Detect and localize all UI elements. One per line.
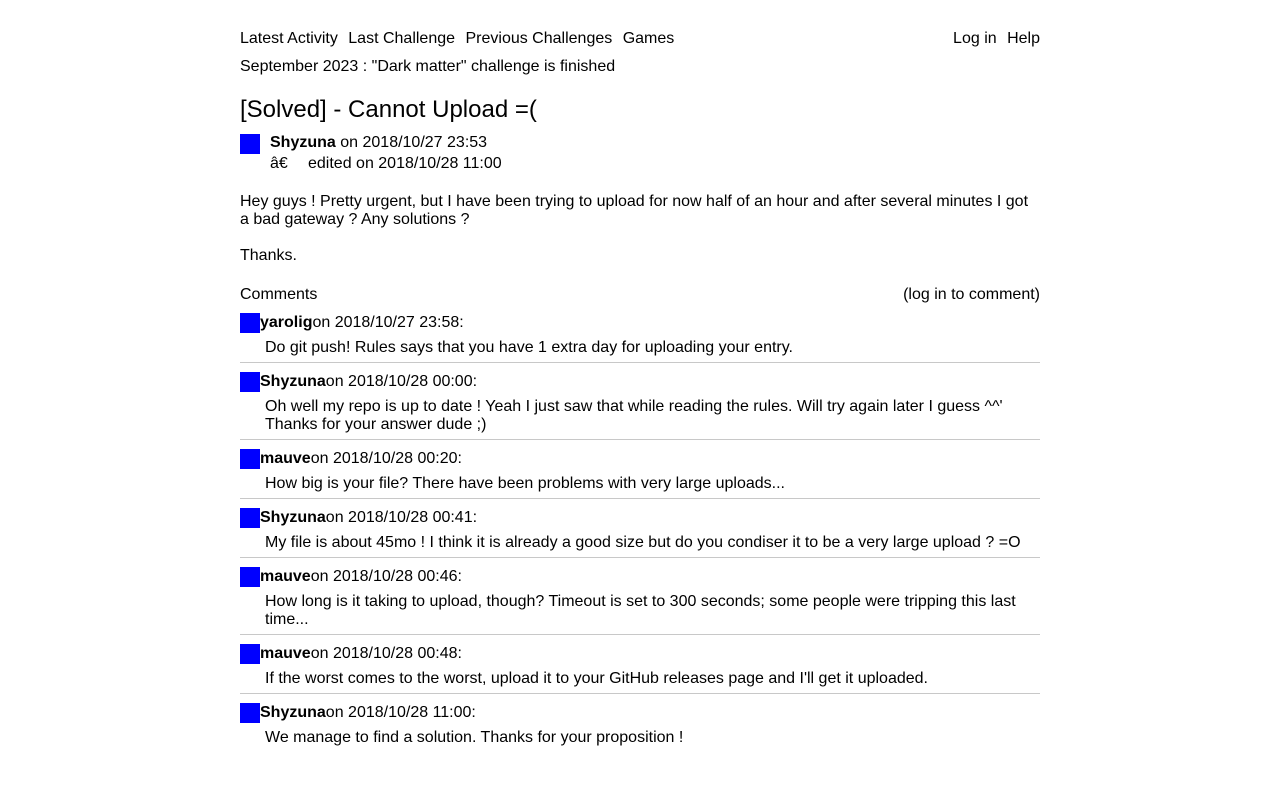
comment-date: on 2018/10/28 00:46: <box>310 568 462 585</box>
comment-date: on 2018/10/28 00:41: <box>325 509 478 526</box>
top-nav: Latest Activity Last Challenge Previous … <box>240 29 1040 49</box>
avatar[interactable] <box>240 508 260 528</box>
comment: yarolig on 2018/10/27 23:58: Do git push!… <box>240 313 1040 363</box>
avatar[interactable] <box>240 134 260 154</box>
comment-date: on 2018/10/28 00:48: <box>310 645 462 662</box>
comment-text: My file is about 45mo ! I think it is al… <box>265 534 1021 551</box>
nav-latest-activity[interactable]: Latest Activity <box>240 30 338 47</box>
nav-games[interactable]: Games <box>623 30 675 47</box>
nav-right: Log in Help <box>947 29 1040 49</box>
comment-head: mauve on 2018/10/28 00:46: <box>240 567 1040 587</box>
comment: Shyzuna on 2018/10/28 11:00: We manage to… <box>240 703 1040 752</box>
comment-list: yarolig on 2018/10/27 23:58: Do git push!… <box>240 313 1040 761</box>
comment-author[interactable]: mauve <box>260 449 311 469</box>
comment-text: How big is your file? There have been pr… <box>265 475 785 492</box>
news-banner[interactable]: September 2023 : "Dark matter" challenge… <box>240 57 615 77</box>
comment-head: Shyzuna on 2018/10/28 11:00: <box>240 703 1040 723</box>
edited-glyph: â€ <box>270 155 288 172</box>
comment-text: We manage to find a solution. Thanks for… <box>265 729 684 746</box>
comment-author[interactable]: Shyzuna <box>260 372 326 392</box>
comment-text: If the worst comes to the worst, upload … <box>265 670 928 687</box>
comment-author[interactable]: yarolig <box>260 313 312 333</box>
comment: Shyzuna on 2018/10/28 00:41: My file is a… <box>240 508 1040 558</box>
post-date: on 2018/10/27 23:53 <box>340 134 488 151</box>
post-author[interactable]: Shyzuna <box>270 134 336 151</box>
nav-last-challenge[interactable]: Last Challenge <box>348 30 455 47</box>
nav-left: Latest Activity Last Challenge Previous … <box>240 29 680 49</box>
comment-date: on 2018/10/28 00:20: <box>310 450 462 467</box>
post-author-box: Shyzuna on 2018/10/27 23:53 â€ edited on … <box>240 133 1040 177</box>
comment-head: mauve on 2018/10/28 00:48: <box>240 644 1040 664</box>
avatar[interactable] <box>240 703 260 723</box>
comment: Shyzuna on 2018/10/28 00:00: Oh well my r… <box>240 372 1040 440</box>
post-paragraph: Hey guys ! Pretty urgent, but I have bee… <box>240 193 1029 228</box>
comment-date: on 2018/10/28 00:00: <box>325 373 478 390</box>
post-meta: Shyzuna on 2018/10/27 23:53 <box>270 133 487 153</box>
login-to-comment-link[interactable]: (log in to comment) <box>903 286 1040 303</box>
comment: mauve on 2018/10/28 00:46: How long is it… <box>240 567 1040 635</box>
comment-date: on 2018/10/28 11:00: <box>325 704 476 721</box>
comment-text: Oh well my repo is up to date ! Yeah I j… <box>265 398 1003 433</box>
comment: mauve on 2018/10/28 00:48: If the worst c… <box>240 644 1040 694</box>
comment-head: Shyzuna on 2018/10/28 00:00: <box>240 372 1040 392</box>
nav-previous-challenges[interactable]: Previous Challenges <box>465 30 612 47</box>
comment-author[interactable]: Shyzuna <box>260 703 326 723</box>
post-edited: â€ edited on 2018/10/28 11:00 <box>270 154 502 174</box>
nav-log-in[interactable]: Log in <box>953 30 997 47</box>
avatar[interactable] <box>240 313 260 333</box>
comment-head: Shyzuna on 2018/10/28 00:41: <box>240 508 1040 528</box>
comment-author[interactable]: mauve <box>260 567 311 587</box>
comment-author[interactable]: Shyzuna <box>260 508 326 528</box>
comment-text: How long is it taking to upload, though?… <box>265 593 1016 628</box>
post-title: [Solved] - Cannot Upload =( <box>240 96 537 123</box>
comment-head: mauve on 2018/10/28 00:20: <box>240 449 1040 469</box>
comment-date: on 2018/10/27 23:58: <box>312 314 464 331</box>
avatar[interactable] <box>240 644 260 664</box>
login-to-comment: (log in to comment) <box>903 285 1040 305</box>
comment-author[interactable]: mauve <box>260 644 311 664</box>
comments-header: Comments (log in to comment) <box>240 285 1040 305</box>
avatar[interactable] <box>240 449 260 469</box>
post-edited-date: edited on 2018/10/28 11:00 <box>308 155 502 172</box>
avatar[interactable] <box>240 372 260 392</box>
comment: mauve on 2018/10/28 00:20: How big is you… <box>240 449 1040 499</box>
avatar[interactable] <box>240 567 260 587</box>
post-paragraph: Thanks. <box>240 247 297 264</box>
comment-text: Do git push! Rules says that you have 1 … <box>265 339 793 356</box>
comments-label: Comments <box>240 286 318 303</box>
comment-head: yarolig on 2018/10/27 23:58: <box>240 313 1040 333</box>
nav-help[interactable]: Help <box>1007 30 1040 47</box>
